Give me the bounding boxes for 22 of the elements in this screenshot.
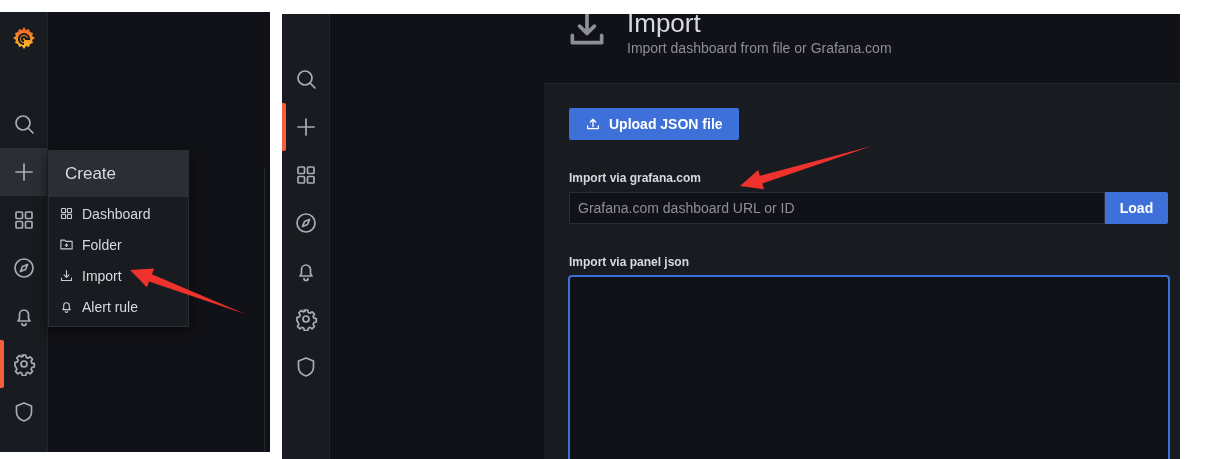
folder-icon	[59, 237, 74, 252]
page-title: Import	[627, 14, 702, 38]
menu-item[interactable]: Alert rule	[49, 291, 188, 322]
compass-icon	[11, 256, 36, 280]
menu-title: Create	[65, 164, 117, 184]
field-label: Import via grafana.com	[569, 171, 703, 185]
upload-icon	[585, 116, 601, 132]
compass-icon	[293, 211, 318, 235]
bell-icon	[59, 299, 74, 314]
settings-icon	[11, 352, 36, 376]
page-subtitle: Import dashboard from file or Grafana.com	[627, 40, 892, 56]
field-label: Import via panel json	[569, 255, 691, 269]
menu-item[interactable]: Dashboard	[49, 198, 188, 229]
sidebar-button[interactable]	[0, 148, 47, 196]
menu-item[interactable]: Import	[49, 260, 188, 291]
upload-button[interactable]: Upload JSON file	[569, 108, 739, 140]
settings-icon	[293, 307, 318, 331]
download-icon	[59, 268, 74, 283]
grid-icon	[59, 206, 74, 221]
url-input-field[interactable]: Grafana.com dashboard URL or ID	[569, 192, 1105, 224]
load-button[interactable]: Load	[1105, 192, 1168, 224]
menu-item[interactable]: Folder	[49, 229, 188, 260]
